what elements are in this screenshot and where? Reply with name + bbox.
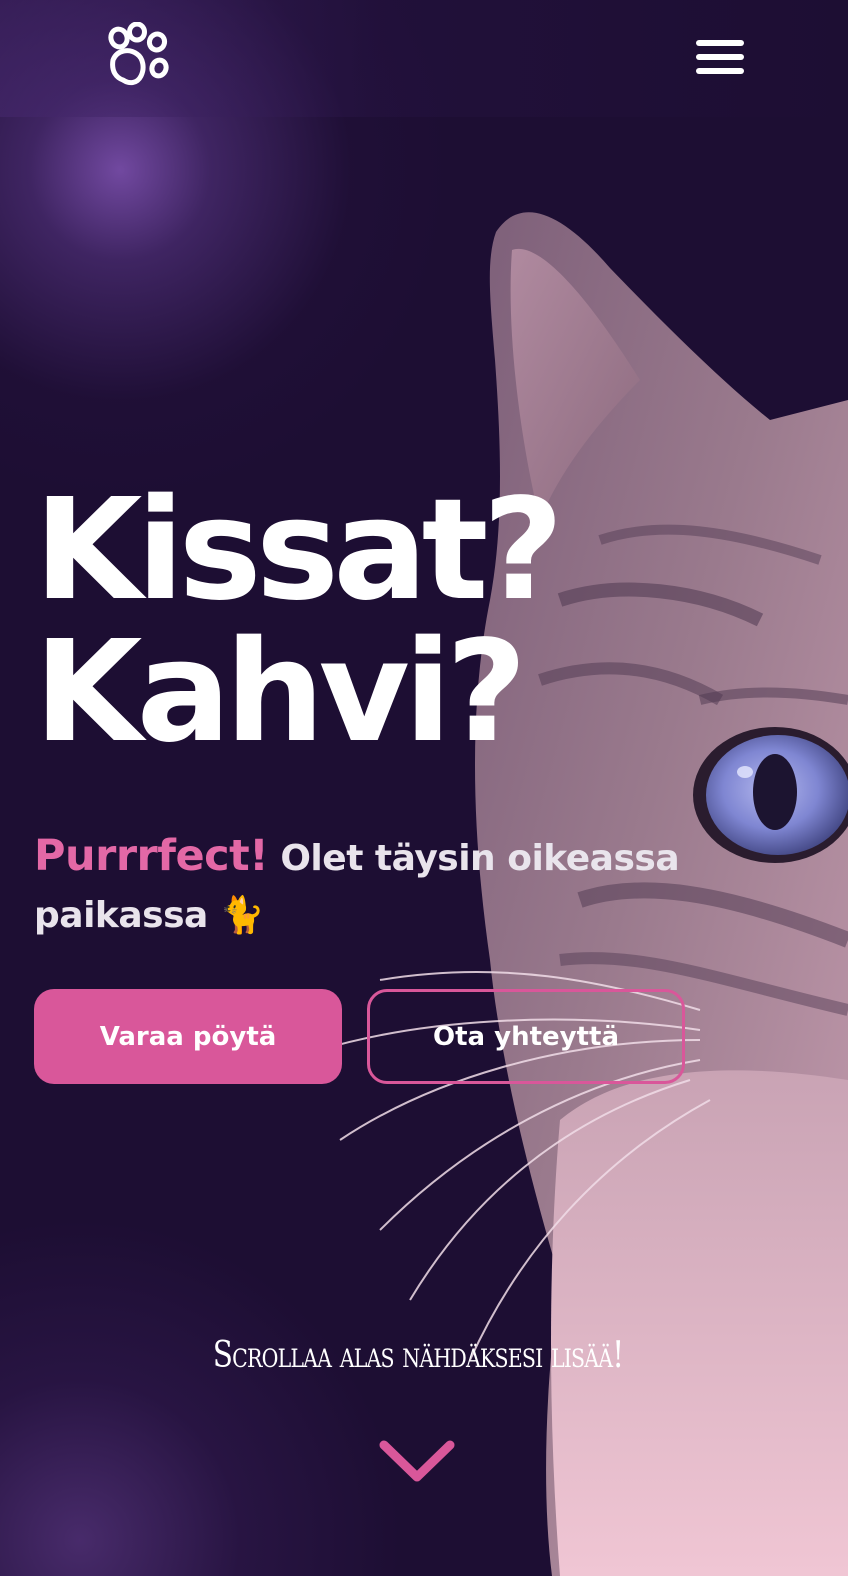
tagline-accent: Purrrfect! [34, 831, 269, 881]
hero-title-line-2: Kahvi? [34, 611, 527, 774]
site-header [0, 0, 848, 117]
book-table-button[interactable]: Varaa pöytä [34, 989, 342, 1084]
scroll-hint: Scrollaa alas nähdäksesi lisää! [212, 1335, 624, 1376]
hero-title: Kissat? Kahvi? [34, 469, 564, 774]
hero-page: Kissat? Kahvi? Purrrfect! Olet täysin oi… [0, 0, 848, 1576]
contact-button[interactable]: Ota yhteyttä [367, 989, 685, 1084]
paw-print-icon[interactable] [103, 22, 171, 88]
chevron-down-icon[interactable] [378, 1437, 456, 1487]
hero-title-line-1: Kissat? [34, 469, 564, 632]
hero-tagline: Purrrfect! Olet täysin oikeassa paikassa… [34, 828, 734, 944]
hamburger-menu-icon[interactable] [694, 38, 746, 76]
